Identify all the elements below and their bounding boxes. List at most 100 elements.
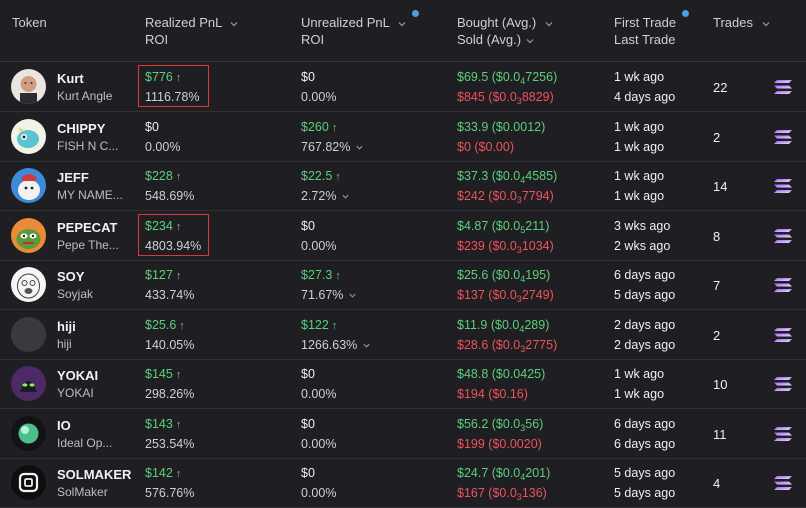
realized-pnl: $776 ↑	[145, 70, 181, 84]
pepecat-avatar[interactable]	[11, 217, 46, 253]
token-symbol[interactable]: IO	[57, 418, 71, 433]
hiji-avatar[interactable]	[11, 316, 46, 352]
sold-value: $167	[457, 486, 485, 500]
sold-amount: $167 ($0.03136)	[457, 486, 547, 502]
sold-amount: $242 ($0.037794)	[457, 189, 554, 205]
solana-icon[interactable]	[773, 178, 793, 194]
unrealized-roi: 0.00%	[301, 437, 336, 451]
solana-icon[interactable]	[773, 426, 793, 442]
bought-amount: $11.9 ($0.04289)	[457, 318, 549, 334]
avg-price-suffix: 211)	[525, 218, 550, 233]
header-sold-label: Sold (Avg.)	[457, 32, 522, 47]
first-trade-time: 6 days ago	[614, 268, 676, 282]
unrealized-roi-value: 2.72%	[301, 189, 337, 203]
header-trade-times[interactable]: First Trade Last Trade	[614, 14, 676, 48]
unrealized-roi: 2.72%	[301, 189, 350, 203]
solana-icon[interactable]	[773, 79, 793, 95]
chevron-down-icon[interactable]	[348, 291, 357, 300]
token-symbol[interactable]: Kurt	[57, 71, 84, 86]
solmaker-avatar[interactable]	[11, 465, 46, 500]
chevron-down-icon[interactable]	[229, 19, 239, 29]
solana-icon[interactable]	[773, 228, 793, 244]
avg-price-zero-count: 3	[516, 96, 522, 106]
bought-value: $24.7	[457, 466, 489, 480]
chevron-down-icon[interactable]	[341, 192, 350, 201]
trade-count: 7	[713, 278, 721, 293]
realized-pnl: $142 ↑	[145, 466, 181, 480]
bought-amount: $24.7 ($0.04201)	[457, 466, 550, 482]
io-avatar[interactable]	[11, 415, 46, 451]
unrealized-pnl-value: $27.3	[301, 268, 333, 282]
table-row[interactable]: SOY Soyjak $127 ↑ 433.74% $27.3 ↑ 71.67% $25.6 (…	[0, 260, 806, 310]
realized-pnl: $25.6 ↑	[145, 318, 185, 332]
solana-icon[interactable]	[773, 376, 793, 392]
header-bought-sold[interactable]: Bought (Avg.) Sold (Avg.)	[457, 14, 554, 48]
avg-price-prefix: ($0.00)	[474, 139, 514, 154]
kurt-angle-avatar[interactable]	[11, 69, 46, 104]
soyjak-avatar[interactable]	[11, 267, 46, 302]
unrealized-pnl-value: $22.5	[301, 169, 333, 183]
realized-roi: 548.69%	[145, 189, 195, 203]
solana-icon[interactable]	[773, 129, 793, 145]
bought-value: $69.5	[457, 70, 489, 84]
token-symbol[interactable]: YOKAI	[57, 368, 98, 383]
unrealized-roi: 0.00%	[301, 90, 336, 104]
sold-value: $137	[457, 288, 485, 302]
last-trade-time: 5 days ago	[614, 288, 676, 302]
table-row[interactable]: CHIPPY FISH N C... $0 0.00% $260 ↑ 767.82% $33.…	[0, 112, 806, 162]
unrealized-roi-value: 71.67%	[301, 288, 344, 302]
solana-icon[interactable]	[773, 475, 793, 491]
yokai-avatar[interactable]	[11, 366, 46, 401]
header-trades[interactable]: Trades	[713, 14, 771, 31]
chevron-down-icon[interactable]	[525, 36, 535, 46]
avg-price-zero-count: 3	[516, 294, 522, 304]
arrow-up-icon: ↑	[331, 319, 338, 332]
table-row[interactable]: IO Ideal Op... $143 ↑ 253.54% $0 0.00% $56.2 ($…	[0, 409, 806, 459]
sort-indicator-dot	[682, 10, 689, 17]
chippy-avatar[interactable]	[11, 118, 46, 154]
realized-pnl-value: $142	[145, 466, 173, 480]
header-realized-pnl[interactable]: Realized PnL ROI	[145, 14, 239, 48]
unrealized-roi-value: 0.00%	[301, 90, 337, 104]
jeff-avatar[interactable]	[11, 168, 46, 203]
bought-amount: $37.3 ($0.044585)	[457, 169, 557, 185]
solana-icon[interactable]	[773, 327, 793, 343]
avg-price-zero-count: 4	[520, 274, 526, 284]
chevron-down-icon[interactable]	[397, 19, 407, 29]
unrealized-pnl: $122 ↑	[301, 318, 337, 332]
header-bought-label: Bought (Avg.)	[457, 15, 537, 30]
token-symbol[interactable]: PEPECAT	[57, 220, 117, 235]
realized-roi: 253.54%	[145, 436, 195, 451]
last-trade-time: 1 wk ago	[614, 189, 665, 203]
unrealized-pnl: $0	[301, 466, 315, 480]
token-symbol[interactable]: SOLMAKER	[57, 467, 131, 482]
chevron-down-icon[interactable]	[761, 19, 771, 29]
avg-price-prefix: ($0.16)	[488, 387, 528, 401]
realized-roi: 298.26%	[145, 387, 195, 401]
chevron-down-icon[interactable]	[355, 143, 364, 152]
realized-roi: 433.74%	[145, 288, 195, 302]
table-row[interactable]: hiji hiji $25.6 ↑ 140.05% $122 ↑ 1266.63% $11.9 …	[0, 310, 806, 360]
avg-price-prefix: ($0.0012)	[491, 119, 546, 134]
chevron-down-icon[interactable]	[362, 341, 371, 350]
token-symbol[interactable]: JEFF	[57, 170, 89, 185]
avg-price-prefix: ($0.0	[488, 90, 517, 104]
token-symbol[interactable]: hiji	[57, 319, 76, 334]
token-symbol[interactable]: SOY	[57, 269, 84, 284]
table-row[interactable]: JEFF MY NAME... $228 ↑ 548.69% $22.5 ↑ 2.72% $37…	[0, 161, 806, 211]
bought-value: $56.2	[457, 416, 489, 431]
token-symbol[interactable]: CHIPPY	[57, 121, 105, 136]
first-trade-time: 5 days ago	[614, 466, 676, 480]
realized-pnl: $143 ↑	[145, 417, 181, 431]
first-trade-time: 6 days ago	[614, 416, 676, 431]
sold-amount: $194 ($0.16)	[457, 387, 528, 401]
chevron-down-icon[interactable]	[544, 19, 554, 29]
table-row[interactable]: SOLMAKER SolMaker $142 ↑ 576.76% $0 0.00% $24.7…	[0, 458, 806, 508]
avg-price-prefix: ($0.0	[491, 218, 521, 233]
table-row[interactable]: YOKAI YOKAI $145 ↑ 298.26% $0 0.00% $48.8 ($0.0…	[0, 359, 806, 409]
header-unrealized-pnl[interactable]: Unrealized PnL ROI	[301, 14, 407, 48]
unrealized-pnl: $260 ↑	[301, 120, 337, 134]
table-row[interactable]: PEPECAT Pepe The... $234 ↑ 4803.94% $0 0.00% $4…	[0, 211, 806, 261]
solana-icon[interactable]	[773, 277, 793, 293]
table-row[interactable]: Kurt Kurt Angle $776 ↑ 1116.78% $0 0.00% $69.5 …	[0, 62, 806, 112]
